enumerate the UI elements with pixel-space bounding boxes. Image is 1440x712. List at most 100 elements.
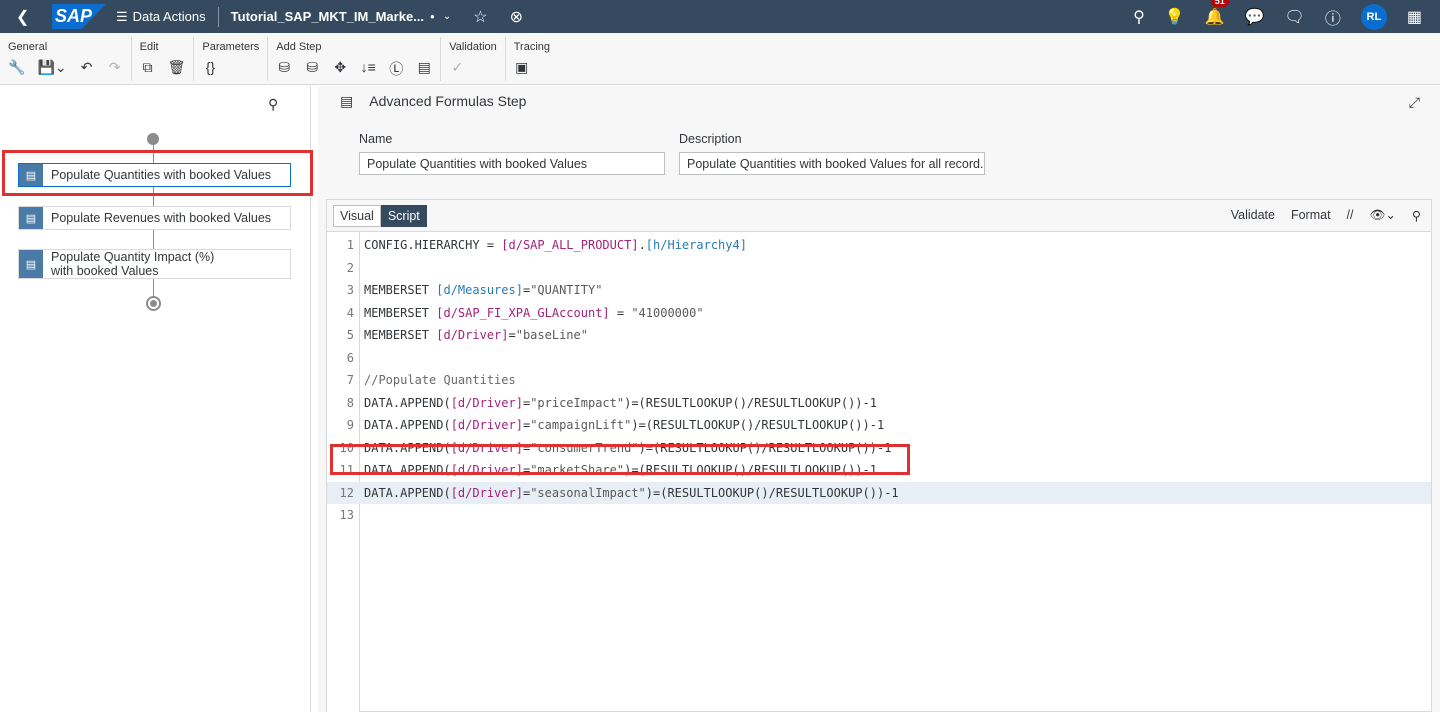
toolbar-group-add-step: Add Step ⛁ ⛁ ✥ ↓≡ Ⓛ ▤: [268, 37, 442, 81]
code-line[interactable]: 3 MEMBERSET [d/Measures]="QUANTITY": [327, 279, 1431, 301]
redo-icon: ↷: [108, 59, 121, 75]
notification-bell[interactable]: 🔔 51: [1205, 0, 1229, 27]
step-item[interactable]: ▤ Populate Quantity Impact (%) with book…: [18, 249, 291, 279]
toolbar-group-parameters: Parameters {}: [194, 37, 269, 81]
expand-icon[interactable]: ⤢: [1409, 94, 1420, 111]
line-number: 13: [339, 508, 354, 522]
tracing-icon[interactable]: ▣: [514, 59, 530, 76]
tab-visual[interactable]: Visual: [333, 204, 381, 227]
check-icon: ✓: [451, 59, 464, 75]
editor-actions: Validate Format // 👁⌄ ⚲: [1231, 207, 1421, 223]
search-icon[interactable]: ⚲: [1412, 208, 1421, 223]
currency-icon[interactable]: Ⓛ: [388, 59, 404, 79]
app-menu[interactable]: ☰ Data Actions: [116, 9, 206, 25]
group-label-add-step: Add Step: [276, 41, 322, 53]
close-circle-icon[interactable]: ⊗: [510, 7, 523, 27]
code-line[interactable]: 9 DATA.APPEND([d/Driver]="campaignLift")=…: [327, 414, 1431, 436]
line-number: 4: [346, 305, 354, 320]
code-line[interactable]: 5 MEMBERSET [d/Driver]="baseLine": [327, 324, 1431, 346]
line-number: 6: [346, 350, 354, 365]
feedback-icon[interactable]: 🗨: [1285, 7, 1305, 27]
app-grid-icon[interactable]: ▦: [1407, 7, 1422, 27]
code-text: MEMBERSET [d/SAP_FI_XPA_GLAccount] = "41…: [364, 305, 704, 320]
code-line[interactable]: 6: [327, 347, 1431, 369]
panel-header: ▤ Advanced Formulas Step: [318, 86, 1440, 116]
comment-button[interactable]: //: [1347, 208, 1354, 222]
parameters-icon[interactable]: {}: [202, 59, 218, 75]
search-icon[interactable]: ⚲: [1133, 7, 1145, 27]
sap-logo[interactable]: SAP: [52, 4, 106, 29]
line-number: 3: [346, 283, 354, 297]
flow-end-node: [146, 296, 161, 311]
name-field: Name Populate Quantities with booked Val…: [359, 132, 665, 175]
line-number: 2: [346, 260, 354, 275]
panel-title: Advanced Formulas Step: [369, 93, 527, 109]
star-icon[interactable]: ☆: [473, 7, 487, 27]
group-label-validation: Validation: [449, 41, 497, 53]
code-text: //Populate Quantities: [364, 373, 516, 387]
code-line[interactable]: 4 MEMBERSET [d/SAP_FI_XPA_GLAccount] = "4…: [327, 302, 1431, 324]
allocation-icon[interactable]: ✥: [332, 59, 348, 79]
undo-icon[interactable]: ↶: [79, 59, 95, 76]
name-label: Name: [359, 132, 393, 146]
advanced-formula-icon: ▤: [19, 250, 43, 278]
code-line[interactable]: 2: [327, 257, 1431, 279]
code-line[interactable]: 8 DATA.APPEND([d/Driver]="priceImpact")=(…: [327, 392, 1431, 414]
code-text: MEMBERSET [d/Driver]="baseLine": [364, 328, 588, 342]
code-line[interactable]: 12 DATA.APPEND([d/Driver]="seasonalImpact…: [327, 481, 1431, 504]
toolbar: General 🔧 💾⌄ ↶ ↷ Edit ⧉ 🗑 Parameters {} …: [0, 33, 1440, 85]
wrench-icon[interactable]: 🔧: [8, 59, 25, 76]
avatar[interactable]: RL: [1360, 3, 1387, 30]
description-field: Description Populate Quantities with boo…: [679, 132, 985, 175]
format-button[interactable]: Format: [1291, 208, 1331, 222]
chevron-down-icon[interactable]: ⌄: [443, 11, 451, 22]
toolbar-group-validation: Validation ✓: [441, 37, 506, 81]
delete-icon[interactable]: 🗑: [168, 59, 186, 76]
advanced-formula-icon: ▤: [19, 207, 43, 229]
search-icon[interactable]: ⚲: [268, 96, 278, 113]
eye-icon[interactable]: 👁⌄: [1370, 207, 1396, 223]
embedded-step-icon[interactable]: ↓≡: [360, 59, 376, 79]
code-line[interactable]: 1 CONFIG.HIERARCHY = [d/SAP_ALL_PRODUCT].…: [327, 234, 1431, 256]
step-flow-panel: ⚲ ▤ Populate Quantities with booked Valu…: [0, 86, 313, 712]
description-input[interactable]: Populate Quantities with booked Values f…: [679, 152, 985, 175]
chevron-left-icon[interactable]: ❮: [16, 7, 46, 27]
line-number: 7: [346, 373, 354, 387]
name-input[interactable]: Populate Quantities with booked Values: [359, 152, 665, 175]
tab-script[interactable]: Script: [380, 204, 427, 227]
line-number: 5: [346, 328, 354, 342]
code-line[interactable]: 13: [327, 504, 1431, 526]
unsaved-dot-icon: ●: [430, 12, 435, 21]
group-label-parameters: Parameters: [202, 41, 260, 53]
lightbulb-icon[interactable]: 💡: [1165, 7, 1185, 27]
code-text: DATA.APPEND([d/Driver]="campaignLift")=(…: [364, 418, 885, 432]
cross-model-icon[interactable]: ⛁: [304, 59, 320, 79]
advanced-formula-icon: ▤: [340, 92, 354, 109]
divider: [217, 6, 219, 27]
step-item[interactable]: ▤ Populate Revenues with booked Values: [18, 206, 291, 230]
advanced-formula-icon[interactable]: ▤: [416, 59, 432, 79]
group-label-tracing: Tracing: [513, 41, 551, 53]
line-number: 1: [346, 238, 354, 252]
copy-step-icon[interactable]: ⛁: [276, 59, 292, 79]
group-label-edit: Edit: [139, 41, 159, 53]
help-icon[interactable]: ⓘ: [1325, 5, 1341, 29]
data-actions-icon: ☰: [116, 8, 128, 24]
line-number: 8: [346, 395, 354, 410]
highlight-box: [2, 150, 313, 196]
formula-editor: Visual Script Validate Format // 👁⌄ ⚲ 1C…: [326, 199, 1432, 712]
code-text: CONFIG.HIERARCHY = [d/SAP_ALL_PRODUCT].[…: [364, 238, 747, 252]
validate-button[interactable]: Validate: [1231, 208, 1275, 222]
app-name: Data Actions: [132, 9, 206, 24]
highlight-box: [330, 444, 910, 475]
document-title[interactable]: Tutorial_SAP_MKT_IM_Marke...: [231, 9, 424, 24]
notification-badge: 51: [1210, 0, 1229, 7]
group-label-general: General: [8, 41, 48, 53]
description-label: Description: [679, 132, 742, 146]
save-icon[interactable]: 💾⌄: [37, 59, 66, 76]
line-number: 12: [339, 485, 354, 500]
copy-icon[interactable]: ⧉: [140, 59, 156, 76]
toolbar-group-edit: Edit ⧉ 🗑: [132, 37, 195, 81]
code-line[interactable]: 7 //Populate Quantities: [327, 369, 1431, 391]
discussion-icon[interactable]: 💬: [1245, 7, 1265, 27]
